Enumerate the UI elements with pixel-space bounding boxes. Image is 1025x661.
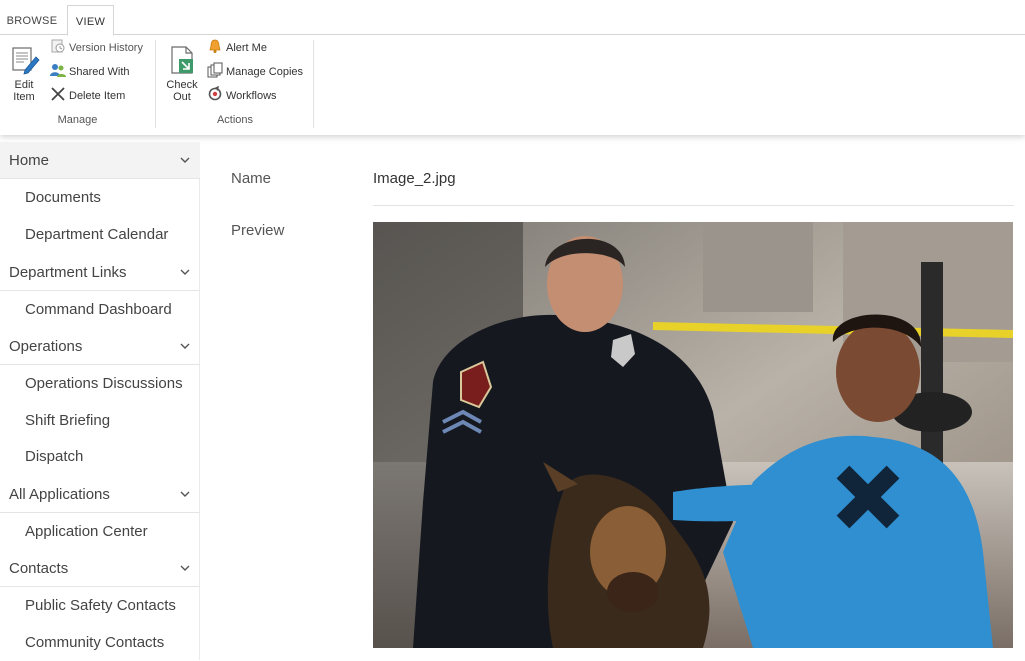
version-history-button[interactable]: Version History (50, 38, 143, 58)
preview-field-label: Preview (231, 222, 285, 239)
shared-with-icon (50, 64, 66, 77)
nav-item-community-contacts[interactable]: Community Contacts (0, 625, 200, 661)
edit-item-icon (12, 47, 40, 75)
nav-item-department-calendar[interactable]: Department Calendar (0, 217, 200, 253)
nav-heading-label: Operations (9, 338, 83, 355)
manage-group-label: Manage (57, 114, 98, 126)
nav-heading-label: All Applications (9, 486, 110, 503)
workflows-button[interactable]: Workflows (207, 86, 277, 106)
nav-heading-label: Department Links (9, 264, 127, 281)
nav-heading-operations[interactable]: Operations (0, 328, 200, 365)
bell-icon (209, 39, 221, 53)
chevron-down-icon (180, 157, 190, 163)
alert-me-label: Alert Me (226, 42, 267, 54)
check-out-label-1: Check (166, 79, 198, 91)
nav-item-dispatch[interactable]: Dispatch (0, 439, 200, 475)
edit-item-label-1: Edit (14, 79, 34, 91)
tab-browse[interactable]: BROWSE (0, 5, 64, 35)
ribbon-group-manage: Edit Item Version History Shared With De… (0, 38, 156, 128)
nav-heading-contacts[interactable]: Contacts (0, 550, 200, 587)
left-nav: Home Documents Department Calendar Depar… (0, 142, 200, 660)
nav-item-shift-briefing[interactable]: Shift Briefing (0, 403, 200, 439)
name-field-value: Image_2.jpg (373, 170, 456, 187)
edit-item-label-2: Item (13, 91, 35, 103)
image-preview[interactable] (373, 222, 1013, 648)
alert-me-button[interactable]: Alert Me (207, 38, 267, 58)
name-field-label: Name (231, 170, 272, 187)
chevron-down-icon (180, 491, 190, 497)
chevron-down-icon (180, 565, 190, 571)
nav-heading-label: Contacts (9, 560, 69, 577)
actions-group-label: Actions (216, 114, 254, 126)
version-history-label: Version History (69, 42, 143, 54)
manage-copies-label: Manage Copies (226, 66, 304, 78)
edit-item-button[interactable]: Edit Item (4, 42, 44, 103)
check-out-label-2: Out (173, 91, 191, 103)
check-out-button[interactable]: Check Out (162, 42, 202, 103)
shared-with-button[interactable]: Shared With (50, 62, 130, 82)
manage-copies-icon (207, 62, 223, 78)
ribbon-group-actions: Check Out Alert Me Manage Copies Workflo… (157, 38, 314, 128)
ribbon-tabs: BROWSE VIEW (0, 5, 1025, 36)
delete-item-label: Delete Item (69, 90, 126, 102)
nav-heading-label: Home (9, 152, 50, 169)
nav-item-application-center[interactable]: Application Center (0, 514, 200, 550)
shared-with-label: Shared With (69, 66, 130, 78)
delete-item-icon (51, 87, 65, 101)
nav-item-operations-discussions[interactable]: Operations Discussions (0, 366, 200, 402)
workflows-label: Workflows (226, 90, 277, 102)
manage-copies-button[interactable]: Manage Copies (207, 62, 303, 82)
ribbon: BROWSE VIEW Edit Item Version History Sh… (0, 0, 1025, 135)
nav-heading-home[interactable]: Home (0, 142, 200, 179)
version-history-icon (51, 39, 65, 53)
chevron-down-icon (180, 343, 190, 349)
check-out-icon (171, 46, 193, 74)
nav-heading-all-applications[interactable]: All Applications (0, 476, 200, 513)
chevron-down-icon (180, 269, 190, 275)
tab-view[interactable]: VIEW (67, 5, 114, 36)
nav-item-command-dashboard[interactable]: Command Dashboard (0, 292, 200, 328)
workflows-icon (208, 86, 222, 101)
nav-item-documents[interactable]: Documents (0, 180, 200, 216)
divider (373, 205, 1014, 206)
preview-photo (373, 222, 1013, 648)
nav-heading-department-links[interactable]: Department Links (0, 254, 200, 291)
nav-item-public-safety-contacts[interactable]: Public Safety Contacts (0, 588, 200, 624)
delete-item-button[interactable]: Delete Item (50, 86, 125, 106)
